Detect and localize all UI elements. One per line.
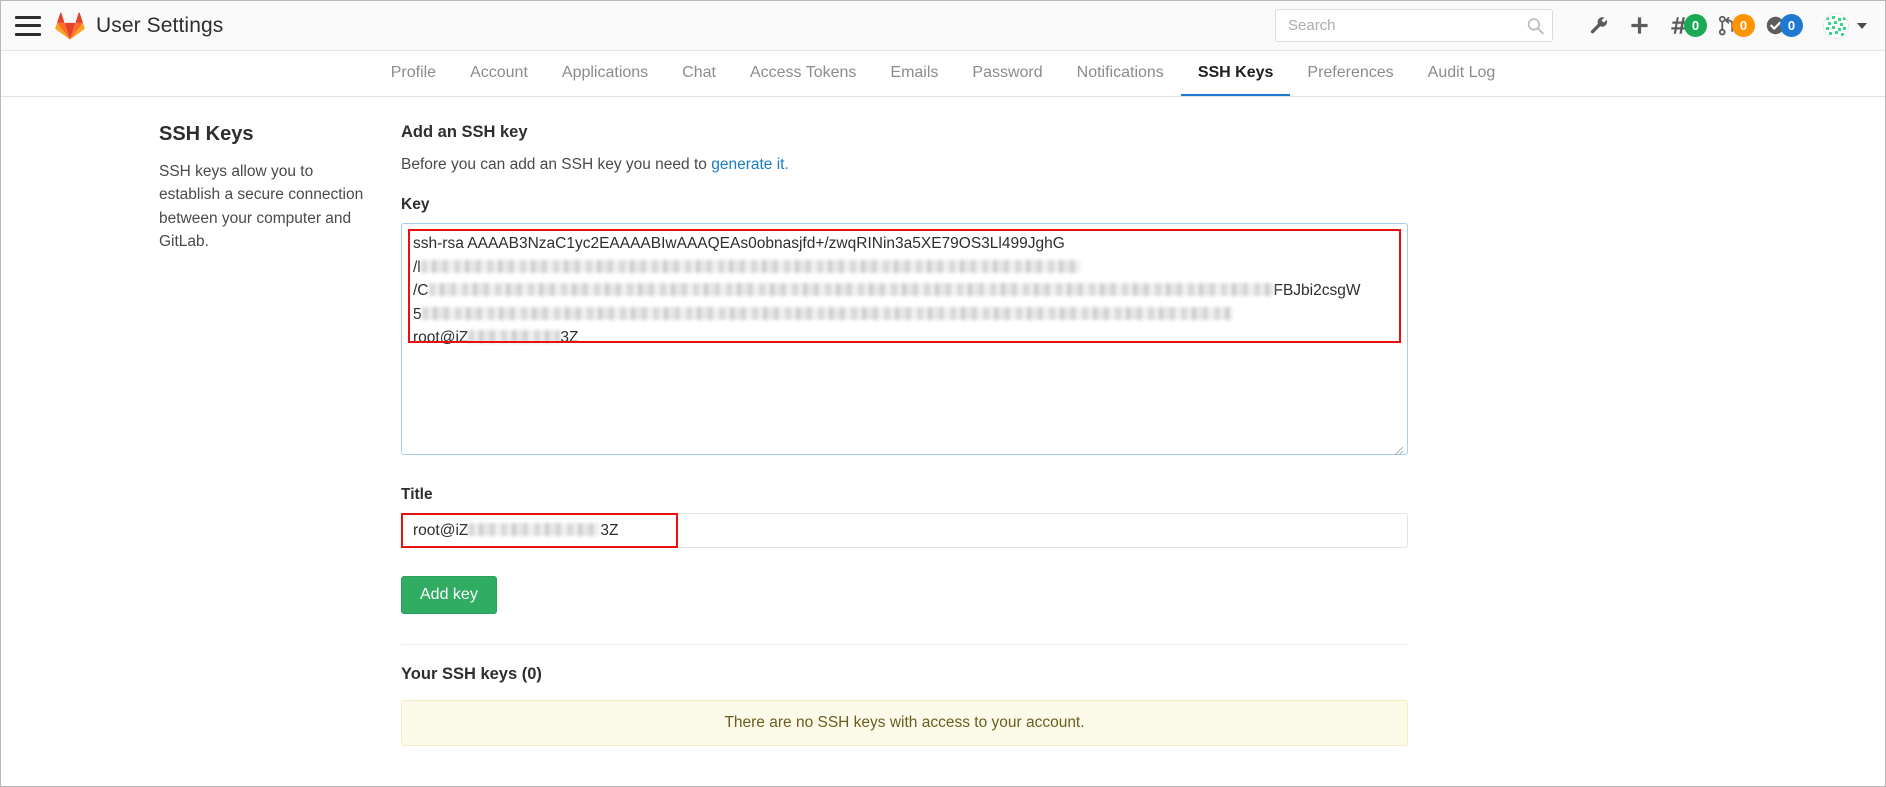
settings-tabs: Profile Account Applications Chat Access…	[1, 51, 1885, 97]
tab-preferences[interactable]: Preferences	[1290, 51, 1410, 96]
your-ssh-keys-heading: Your SSH keys (0)	[401, 665, 542, 683]
tab-ssh-keys[interactable]: SSH Keys	[1180, 51, 1291, 96]
chevron-down-icon[interactable]	[1857, 22, 1867, 29]
tab-profile[interactable]: Profile	[374, 51, 453, 96]
add-key-button[interactable]: Add key	[401, 576, 497, 614]
title-field-label: Title	[401, 486, 433, 503]
tab-account[interactable]: Account	[453, 51, 545, 96]
top-navbar: User Settings Search 0 0 0	[1, 1, 1885, 51]
form-hint-text: Before you can add an SSH key you need t…	[401, 156, 712, 173]
empty-keys-alert: There are no SSH keys with access to you…	[401, 700, 1408, 746]
section-title: SSH Keys	[159, 123, 254, 145]
search-icon[interactable]	[1527, 17, 1544, 34]
todos-counter[interactable]: 0	[1765, 14, 1803, 37]
tab-emails[interactable]: Emails	[873, 51, 955, 96]
tab-audit-log[interactable]: Audit Log	[1411, 51, 1513, 96]
browser-page: User Settings Search 0 0 0 Profile Accou…	[0, 0, 1886, 787]
issues-count-badge: 0	[1684, 14, 1707, 37]
user-menu[interactable]	[1823, 12, 1867, 39]
section-divider	[401, 644, 1408, 645]
form-hint: Before you can add an SSH key you need t…	[401, 156, 1408, 174]
todos-count-badge: 0	[1780, 14, 1803, 37]
merge-requests-counter[interactable]: 0	[1717, 14, 1755, 37]
section-description: SSH keys allow you to establish a secure…	[159, 163, 364, 250]
tab-chat[interactable]: Chat	[665, 51, 733, 96]
ssh-key-form-column: Add an SSH key Before you can add an SSH…	[401, 123, 1566, 746]
key-field-label: Key	[401, 196, 430, 213]
content-area: SSH Keys SSH keys allow you to establish…	[1, 97, 1885, 746]
search-input[interactable]	[1275, 9, 1553, 42]
tab-password[interactable]: Password	[955, 51, 1059, 96]
key-textarea-wrap: ssh-rsa AAAAB3NzaC1yc2EAAAABIwAAAQEAs0ob…	[401, 223, 1408, 460]
gitlab-tanuki-logo-icon[interactable]	[55, 12, 85, 40]
generate-it-link[interactable]: generate it.	[711, 156, 789, 173]
issues-counter[interactable]: 0	[1669, 14, 1707, 37]
tab-access-tokens[interactable]: Access Tokens	[733, 51, 873, 96]
key-input[interactable]	[401, 223, 1408, 455]
plus-icon[interactable]	[1619, 8, 1659, 44]
title-input[interactable]	[401, 513, 1408, 548]
page-title: User Settings	[96, 13, 224, 37]
navbar-right-group: 0 0	[1275, 8, 1867, 44]
tab-notifications[interactable]: Notifications	[1060, 51, 1181, 96]
hamburger-menu-icon[interactable]	[15, 15, 41, 36]
form-heading: Add an SSH key	[401, 123, 528, 141]
search-box	[1275, 9, 1553, 42]
title-input-wrap: root@iZ 3Z	[401, 513, 1408, 548]
tab-applications[interactable]: Applications	[545, 51, 665, 96]
avatar	[1823, 12, 1849, 39]
wrench-icon[interactable]	[1579, 8, 1619, 44]
merge-requests-count-badge: 0	[1732, 14, 1755, 37]
settings-description-column: SSH Keys SSH keys allow you to establish…	[1, 123, 401, 746]
